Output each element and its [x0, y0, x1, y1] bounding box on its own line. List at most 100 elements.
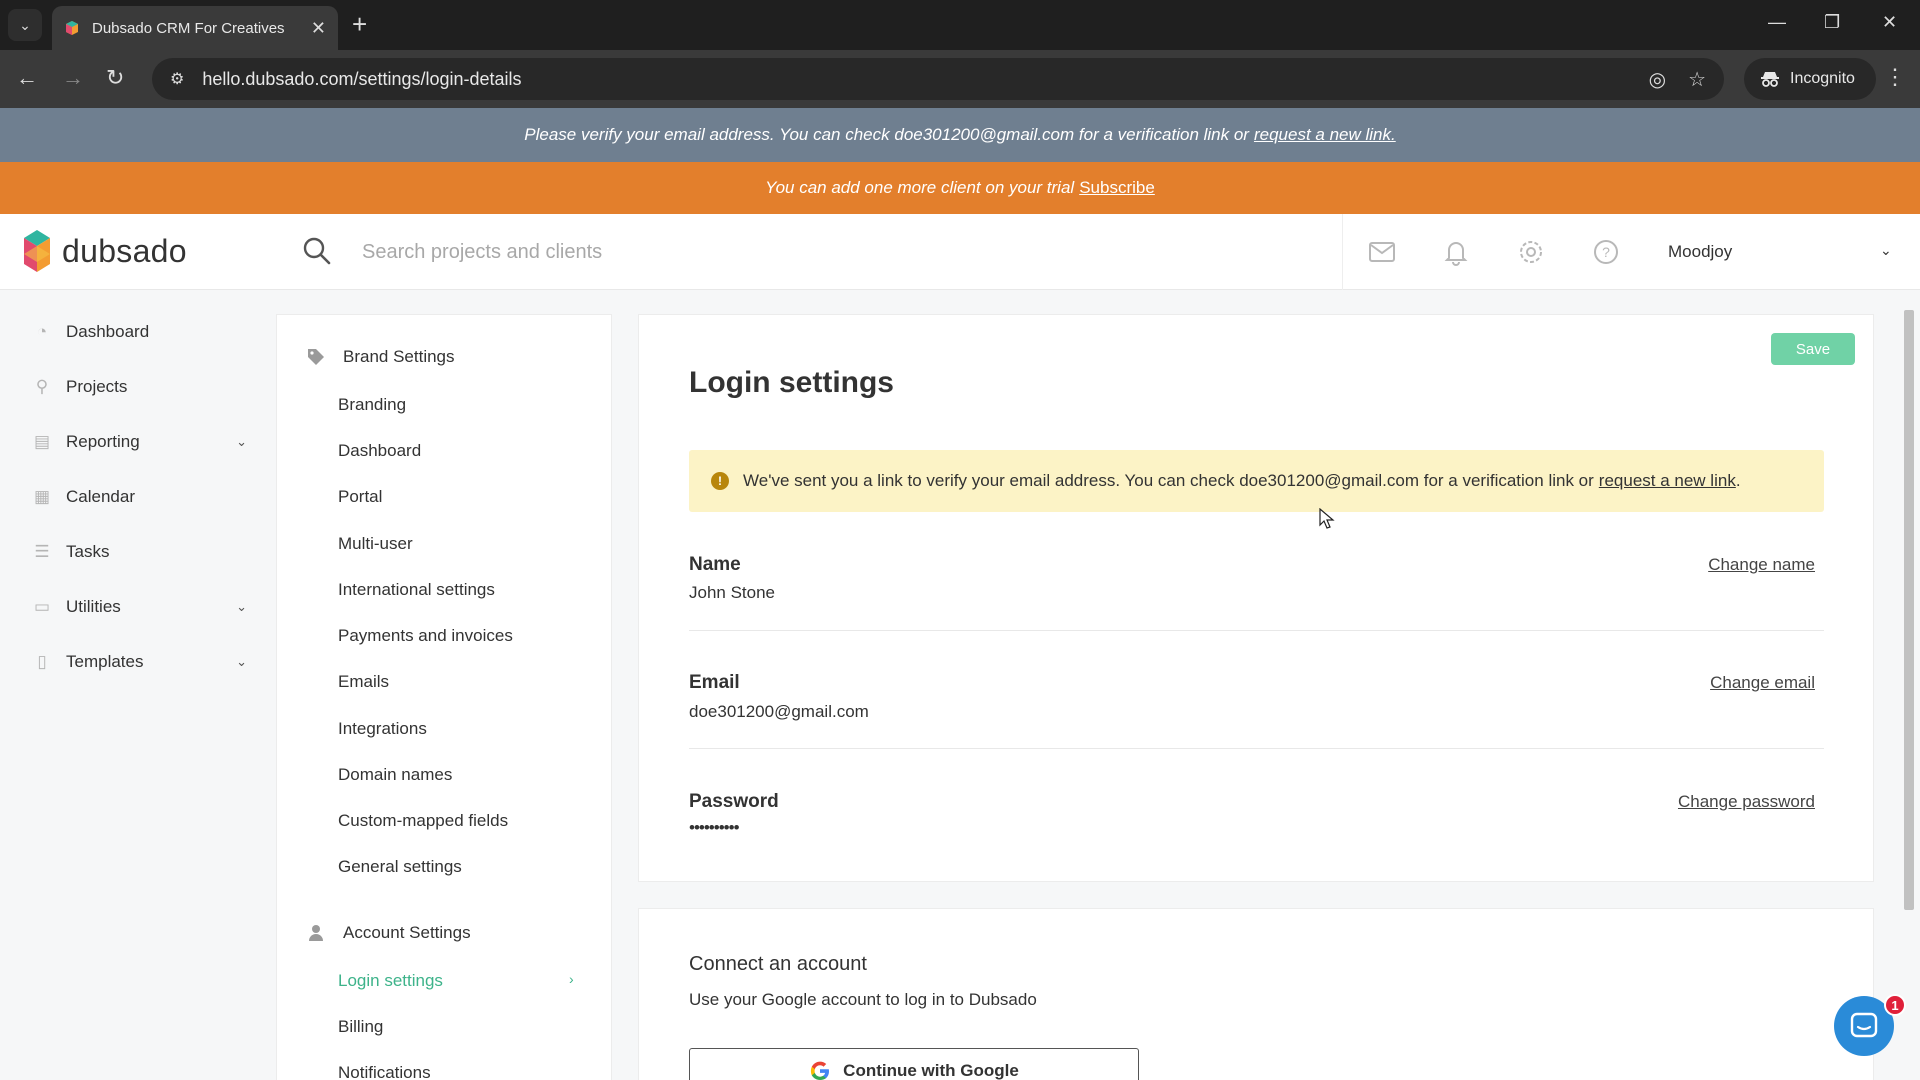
nav-item-integrations[interactable]: Integrations: [338, 719, 427, 739]
trial-banner-text: You can add one more client on your tria…: [765, 178, 1075, 197]
tab-title: Dubsado CRM For Creatives: [92, 19, 285, 37]
chevron-down-icon: ⌄: [236, 599, 247, 614]
nav-item-notifications[interactable]: Notifications: [338, 1063, 431, 1080]
window-close-icon[interactable]: ✕: [1882, 12, 1897, 33]
tab-search-button[interactable]: ⌄: [8, 9, 42, 41]
name-value: John Stone: [689, 583, 776, 602]
browser-menu-icon[interactable]: ⋮: [1884, 64, 1906, 90]
tasks-icon: ☰: [34, 542, 50, 561]
nav-item-custom-mapped-fields[interactable]: Custom-mapped fields: [338, 811, 508, 831]
change-email-link[interactable]: Change email: [1710, 673, 1815, 693]
page-scrollbar[interactable]: [1902, 296, 1916, 916]
help-icon[interactable]: ?: [1592, 238, 1620, 266]
password-value: ••••••••••: [689, 818, 740, 837]
sidebar-item-projects[interactable]: ⚲ Projects: [32, 372, 247, 402]
connect-account-subtitle: Use your Google account to log in to Dub…: [689, 990, 1037, 1009]
url-text: hello.dubsado.com/settings/login-details: [202, 68, 522, 89]
sidebar-item-calendar[interactable]: ▦ Calendar: [32, 482, 247, 512]
main-sidebar: ◔ Dashboard ⚲ Projects ▤ Reporting ⌄ ▦ C…: [0, 290, 260, 1080]
sidebar-item-dashboard[interactable]: ◔ Dashboard: [32, 317, 247, 347]
eye-off-icon[interactable]: ◎: [1649, 67, 1666, 92]
user-menu-chevron-icon[interactable]: ⌄: [1880, 242, 1892, 259]
verify-banner-link[interactable]: request a new link.: [1254, 125, 1396, 145]
dubsado-favicon-icon: [66, 21, 78, 35]
change-password-link[interactable]: Change password: [1678, 792, 1815, 812]
utilities-icon: ▭: [33, 597, 51, 616]
nav-item-general-settings[interactable]: General settings: [338, 857, 462, 877]
nav-item-emails[interactable]: Emails: [338, 672, 389, 692]
header-divider: [1342, 214, 1343, 290]
email-value: doe301200@gmail.com: [689, 702, 869, 721]
templates-icon: ▯: [37, 652, 47, 671]
alert-request-link[interactable]: request a new link: [1599, 471, 1736, 491]
subscribe-link[interactable]: Subscribe: [1079, 178, 1155, 198]
verify-banner-text: Please verify your email address. You ca…: [524, 125, 1249, 144]
reload-icon[interactable]: ↻: [106, 66, 124, 90]
dashboard-icon: ◔: [36, 322, 48, 341]
nav-item-billing[interactable]: Billing: [338, 1017, 383, 1037]
nav-item-international-settings[interactable]: International settings: [338, 580, 495, 600]
sidebar-item-label: Projects: [66, 377, 128, 396]
settings-gear-icon[interactable]: [1517, 238, 1545, 266]
email-label: Email: [689, 672, 740, 693]
account-settings-group: Account Settings: [307, 923, 471, 943]
nav-item-login-settings[interactable]: Login settings: [338, 971, 443, 991]
alert-end: .: [1735, 471, 1741, 490]
nav-item-domain-names[interactable]: Domain names: [338, 765, 452, 785]
projects-icon: ⚲: [35, 377, 49, 396]
restore-icon[interactable]: ❐: [1824, 12, 1840, 33]
scrollbar-thumb[interactable]: [1904, 310, 1914, 910]
user-menu-name[interactable]: Moodjoy: [1668, 242, 1732, 262]
account-settings-label: Account Settings: [343, 923, 471, 942]
brand-settings-label: Brand Settings: [343, 347, 455, 366]
trial-banner: You can add one more client on your tria…: [0, 162, 1920, 214]
incognito-indicator[interactable]: Incognito: [1744, 58, 1876, 100]
search-input[interactable]: [362, 234, 1262, 270]
sidebar-item-label: Utilities: [66, 597, 121, 616]
sidebar-item-utilities[interactable]: ▭ Utilities ⌄: [32, 592, 247, 622]
sidebar-item-label: Templates: [66, 652, 144, 671]
change-name-link[interactable]: Change name: [1708, 555, 1815, 575]
dubsado-logo[interactable]: dubsado: [22, 228, 187, 274]
nav-item-dashboard[interactable]: Dashboard: [338, 441, 421, 461]
mail-icon[interactable]: [1368, 238, 1396, 266]
incognito-icon: [1761, 72, 1779, 87]
back-icon[interactable]: ←: [16, 66, 38, 90]
user-icon: [307, 924, 327, 942]
nav-item-payments-invoices[interactable]: Payments and invoices: [338, 626, 513, 646]
warning-icon: !: [711, 472, 729, 490]
nav-item-multi-user[interactable]: Multi-user: [338, 534, 413, 554]
sidebar-item-label: Reporting: [66, 432, 140, 451]
chevron-down-icon: ⌄: [236, 654, 247, 669]
forward-icon[interactable]: →: [62, 66, 84, 90]
continue-with-google-button[interactable]: Continue with Google: [689, 1048, 1139, 1080]
save-button[interactable]: Save: [1771, 333, 1855, 365]
new-tab-icon[interactable]: +: [352, 10, 367, 38]
verify-email-alert: ! We've sent you a link to verify your e…: [689, 450, 1824, 512]
mouse-cursor-icon: [1319, 508, 1335, 529]
tab-close-icon[interactable]: ✕: [311, 18, 326, 39]
sidebar-item-templates[interactable]: ▯ Templates ⌄: [32, 647, 247, 677]
site-info-icon[interactable]: ⚙: [170, 69, 184, 89]
incognito-label: Incognito: [1790, 70, 1855, 87]
minimize-icon[interactable]: —: [1768, 12, 1786, 33]
search-icon[interactable]: [302, 236, 332, 266]
calendar-icon: ▦: [33, 487, 51, 506]
bookmark-star-icon[interactable]: ☆: [1688, 67, 1706, 92]
app-header: dubsado ? Moodjoy ⌄: [0, 214, 1920, 290]
bell-icon[interactable]: [1442, 238, 1470, 266]
browser-tab[interactable]: Dubsado CRM For Creatives ✕: [52, 6, 338, 50]
nav-item-portal[interactable]: Portal: [338, 487, 382, 507]
nav-item-branding[interactable]: Branding: [338, 395, 406, 415]
verify-email-banner: Please verify your email address. You ca…: [0, 108, 1920, 162]
brand-settings-group: Brand Settings: [307, 347, 455, 367]
svg-text:?: ?: [1602, 244, 1610, 260]
page-title: Login settings: [689, 366, 894, 399]
sidebar-item-reporting[interactable]: ▤ Reporting ⌄: [32, 427, 247, 457]
url-bar[interactable]: ⚙ hello.dubsado.com/settings/login-detai…: [152, 58, 1724, 100]
chevron-right-icon: ›: [569, 971, 574, 987]
sidebar-item-tasks[interactable]: ☰ Tasks: [32, 537, 247, 567]
sidebar-item-label: Tasks: [66, 542, 110, 561]
field-divider: [689, 630, 1824, 631]
connect-account-title: Connect an account: [689, 953, 867, 975]
